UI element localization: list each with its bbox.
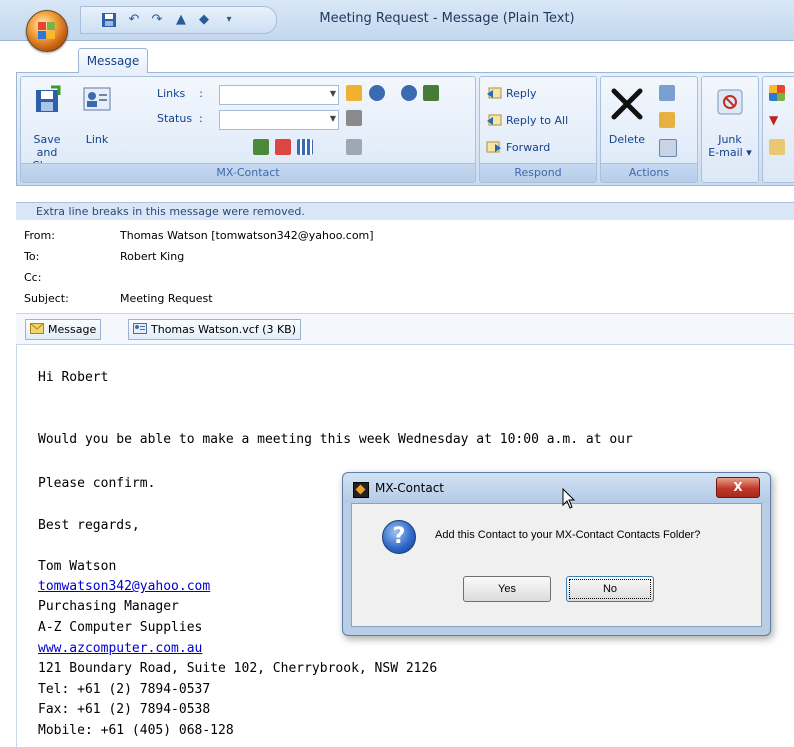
create-rule-icon[interactable] <box>659 112 675 128</box>
actions-group: Delete Actions <box>600 76 698 183</box>
respond-group-label: Respond <box>480 163 596 182</box>
office-button[interactable] <box>26 10 68 52</box>
mx-contact-dialog: MX-Contact X ? Add this Contact to your … <box>342 472 771 636</box>
delete-label: Delete <box>608 133 646 146</box>
reply-button[interactable]: Reply <box>486 85 586 103</box>
envelope-icon <box>30 323 44 334</box>
status-combo[interactable]: ▼ <box>219 110 339 130</box>
subject-label: Subject: <box>24 292 69 305</box>
reply-all-icon <box>487 114 502 126</box>
body-line: Best regards, <box>38 518 140 533</box>
delete-button[interactable]: Delete <box>605 81 649 161</box>
close-button[interactable]: X <box>716 477 760 498</box>
from-value[interactable]: Thomas Watson [tomwatson342@yahoo.com] <box>120 229 374 242</box>
dropdown-arrow-icon: ▼ <box>329 89 336 98</box>
dialog-client: ? Add this Contact to your MX-Contact Co… <box>351 503 762 627</box>
attachment-bar: Message Thomas Watson.vcf (3 KB) <box>16 313 794 345</box>
no-button[interactable]: No <box>566 576 654 602</box>
info-bar[interactable]: Extra line breaks in this message were r… <box>16 202 794 220</box>
dialog-message: Add this Contact to your MX-Contact Cont… <box>435 529 701 541</box>
respond-group: Reply Reply to All Forward Respond <box>479 76 597 183</box>
junk-email-button[interactable]: Junk E-mail ▾ <box>706 81 754 161</box>
dropdown-arrow-icon: ▼ <box>329 114 336 123</box>
properties-icon[interactable] <box>346 139 362 155</box>
notes-icon[interactable] <box>253 139 269 155</box>
forward-label: Forward <box>506 141 551 154</box>
vcf-attachment-label: Thomas Watson.vcf (3 KB) <box>151 323 297 336</box>
categorize-icon[interactable] <box>769 85 785 101</box>
junk-group: Junk E-mail ▾ <box>701 76 759 183</box>
links-label: Links : <box>157 87 203 100</box>
greeting: Hi Robert <box>38 370 109 385</box>
mouse-pointer-icon <box>562 488 576 509</box>
signature-title: Purchasing Manager <box>38 599 179 614</box>
delete-icon <box>611 88 643 120</box>
ribbon: Save andClose Link Links : ▼ Status : ▼ … <box>16 72 794 186</box>
yes-button[interactable]: Yes <box>463 576 551 602</box>
folder-icon[interactable] <box>346 85 362 101</box>
signature-fax: Fax: +61 (2) 7894-0538 <box>38 702 211 717</box>
move-to-folder-icon[interactable] <box>659 85 675 101</box>
contact-card-icon <box>83 87 111 111</box>
app-icon <box>353 482 369 498</box>
message-tab-label: Message <box>48 323 97 336</box>
add-contact-icon[interactable] <box>369 85 385 101</box>
signature-email-link[interactable]: tomwatson342@yahoo.com <box>38 579 210 594</box>
message-attachment-tab[interactable]: Message <box>25 319 102 340</box>
follow-up-flag-icon[interactable]: ▼ <box>769 112 785 128</box>
reply-all-label: Reply to All <box>506 114 569 127</box>
link-label: Link <box>85 133 109 146</box>
status-label: Status : <box>157 112 203 125</box>
save-and-close-button[interactable]: Save andClose <box>23 81 71 172</box>
dialog-title-bar[interactable]: MX-Contact X <box>343 473 770 503</box>
junk-email-label: Junk E-mail ▾ <box>708 133 752 159</box>
signature-web-link[interactable]: www.azcomputer.com.au <box>38 641 202 656</box>
dialog-title: MX-Contact <box>375 481 444 495</box>
reply-icon <box>487 87 502 99</box>
contact-icon[interactable] <box>401 85 417 101</box>
signature-name: Tom Watson <box>38 559 117 574</box>
contact-options-icon[interactable] <box>423 85 439 101</box>
mx-contact-group-label: MX-Contact <box>21 163 475 182</box>
junk-email-icon <box>717 89 743 115</box>
mark-unread-icon[interactable] <box>769 139 785 155</box>
vcard-icon <box>133 323 147 334</box>
signature-tel: Tel: +61 (2) 7894-0537 <box>38 682 211 697</box>
link-button[interactable]: Link <box>79 81 115 161</box>
tab-message[interactable]: Message <box>78 48 148 73</box>
options-group: ▼ <box>762 76 794 183</box>
to-value[interactable]: Robert King <box>120 250 184 263</box>
signature-address: 121 Boundary Road, Suite 102, Cherrybroo… <box>38 661 438 676</box>
cc-label: Cc: <box>24 271 42 284</box>
signature-mobile: Mobile: +61 (405) 068-128 <box>38 723 234 738</box>
calendar-icon[interactable] <box>297 139 313 155</box>
subject-value: Meeting Request <box>120 292 213 305</box>
links-combo[interactable]: ▼ <box>219 85 339 105</box>
vcf-attachment[interactable]: Thomas Watson.vcf (3 KB) <box>128 319 302 340</box>
save-close-icon <box>36 85 61 112</box>
signature-company: A-Z Computer Supplies <box>38 620 203 635</box>
question-icon: ? <box>382 520 416 554</box>
from-label: From: <box>24 229 55 242</box>
forward-icon <box>486 141 501 153</box>
print-icon[interactable] <box>346 110 362 126</box>
reply-label: Reply <box>506 87 537 100</box>
to-label: To: <box>24 250 40 263</box>
body-line: Please confirm. <box>38 476 156 491</box>
window-title: Meeting Request - Message (Plain Text) <box>319 11 575 26</box>
forward-button[interactable]: Forward <box>486 139 586 157</box>
actions-group-label: Actions <box>601 163 697 182</box>
task-icon[interactable] <box>275 139 291 155</box>
body-line: Would you be able to make a meeting this… <box>38 432 633 447</box>
mx-contact-group: Save andClose Link Links : ▼ Status : ▼ … <box>20 76 476 183</box>
other-actions-icon[interactable] <box>659 139 677 157</box>
reply-all-button[interactable]: Reply to All <box>486 112 590 130</box>
